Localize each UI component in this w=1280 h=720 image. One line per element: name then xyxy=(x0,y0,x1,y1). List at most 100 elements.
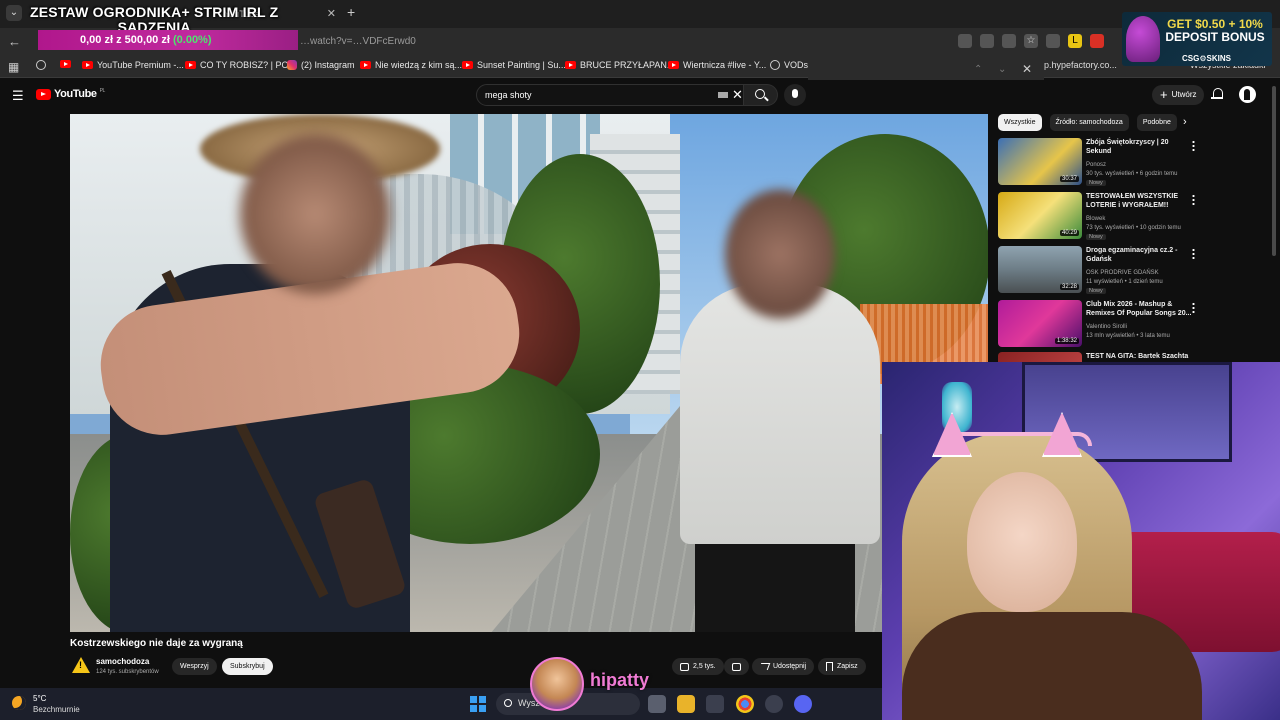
save-button[interactable]: Zapisz xyxy=(818,658,866,675)
weather-description: Bezchmurnie xyxy=(33,705,80,714)
more-options-icon[interactable] xyxy=(1192,248,1195,259)
like-button[interactable]: 2,5 tys. xyxy=(672,658,724,675)
scrollbar[interactable] xyxy=(1272,86,1276,256)
more-options-icon[interactable] xyxy=(1192,194,1195,205)
new-badge: Nowy xyxy=(1086,234,1106,240)
menu-icon[interactable]: ☰ xyxy=(12,88,24,104)
search-box: ✕ xyxy=(476,84,744,106)
bookmark-item[interactable]: BRUCE PRZYŁAPAN... xyxy=(565,60,674,70)
channel-name[interactable]: samochodoza xyxy=(96,657,149,666)
zoom-icon[interactable] xyxy=(1002,34,1016,48)
recommendation-title[interactable]: Zbója Świętokrzyscy | 20 Sekund xyxy=(1086,138,1192,156)
chrome-icon[interactable] xyxy=(736,695,754,713)
recommendation-item[interactable]: 1:38:32 Club Mix 2026 - Mashup & Remixes… xyxy=(998,300,1268,350)
subscribe-button[interactable]: Subskrybuj xyxy=(222,658,273,675)
app-icon[interactable] xyxy=(765,695,783,713)
clear-search-icon[interactable]: ✕ xyxy=(732,87,743,103)
extension-yellow-icon[interactable]: L xyxy=(1068,34,1082,48)
recommendation-title[interactable]: Club Mix 2026 - Mashup & Remixes Of Popu… xyxy=(1086,300,1192,318)
notifications-bell-icon[interactable] xyxy=(1211,88,1223,100)
apps-grid-icon[interactable]: ▦ xyxy=(8,60,19,74)
search-button[interactable] xyxy=(744,84,778,106)
casino-ad-banner[interactable]: GET $0.50 + 10% DEPOSIT BONUS CSG⚙SKINS xyxy=(1122,12,1272,66)
dislike-button[interactable] xyxy=(724,658,749,675)
store-icon[interactable] xyxy=(706,695,724,713)
video-thumbnail[interactable]: 1:38:32 xyxy=(998,300,1082,347)
recommendation-channel[interactable]: OSK PRODRIVE GDAŃSK xyxy=(1086,270,1159,276)
recommendation-meta: 13 mln wyświetleń • 3 lata temu xyxy=(1086,333,1170,339)
like-count: 2,5 tys. xyxy=(693,663,716,670)
recommendation-item[interactable]: 32:28 Droga egzaminacyjna cz.2 - Gdańsk … xyxy=(998,246,1268,296)
bookmark-item[interactable]: Wiertnicza #live - Y... xyxy=(668,60,766,70)
video-duration: 32:28 xyxy=(1059,284,1079,290)
bookmark-item[interactable]: VODs xyxy=(770,60,808,70)
recommendation-channel[interactable]: Ponosz xyxy=(1086,162,1106,168)
star-icon[interactable]: ☆ xyxy=(1024,34,1038,48)
bookmark-item[interactable]: Nie wiedzą z kim są... xyxy=(360,60,462,70)
find-close-icon[interactable]: ✕ xyxy=(1022,62,1032,76)
support-button[interactable]: Wesprzyj xyxy=(172,658,217,675)
channel-warning-avatar-icon[interactable] xyxy=(72,656,90,674)
bookmark-item[interactable]: YouTube Premium -... xyxy=(82,60,184,70)
more-options-icon[interactable] xyxy=(1192,302,1195,313)
share-button[interactable]: Udostępnij xyxy=(752,658,815,675)
video-thumbnail[interactable] xyxy=(998,352,1082,362)
ad-headline: GET $0.50 + 10% DEPOSIT BONUS xyxy=(1165,17,1265,44)
discord-icon[interactable] xyxy=(794,695,812,713)
reader-icon[interactable] xyxy=(980,34,994,48)
account-avatar[interactable] xyxy=(1239,86,1256,103)
recommendation-title[interactable]: TEST NA GITA: Bartek Szachta xyxy=(1086,352,1192,361)
bookmark-settings-icon[interactable] xyxy=(36,60,46,70)
tab-close-icon[interactable]: ✕ xyxy=(327,2,336,26)
recommendation-channel[interactable]: Valentino Sirolli xyxy=(1086,324,1127,330)
voice-search-icon[interactable] xyxy=(784,84,806,106)
recommendation-title[interactable]: TESTOWAŁEM WSZYSTKIE LOTERIE i WYGRAŁEM!… xyxy=(1086,192,1192,210)
keyboard-icon[interactable] xyxy=(718,92,728,98)
bookmark-youtube-icon[interactable] xyxy=(60,60,71,68)
more-options-icon[interactable] xyxy=(1192,140,1195,151)
chip-similar[interactable]: Podobne xyxy=(1136,114,1177,131)
recommendation-meta: 30 tys. wyświetleń • 6 godzin temu xyxy=(1086,171,1178,177)
bookmark-hypefactory[interactable]: p.hypefactory.co... xyxy=(1044,60,1117,70)
bookmark-item[interactable]: (2) Instagram xyxy=(287,60,355,70)
cast-icon[interactable] xyxy=(958,34,972,48)
recommendation-item[interactable]: TEST NA GITA: Bartek Szachta xyxy=(998,352,1268,362)
video-thumbnail[interactable]: 40:29 xyxy=(998,192,1082,239)
video-player[interactable] xyxy=(70,114,988,632)
moon-weather-icon[interactable] xyxy=(12,696,26,710)
chevron-right-icon[interactable]: › xyxy=(1183,116,1187,128)
recommendation-title[interactable]: Droga egzaminacyjna cz.2 - Gdańsk xyxy=(1086,246,1192,264)
find-next-icon[interactable]: ⌄ xyxy=(998,64,1006,75)
youtube-logo[interactable]: YouTube PL xyxy=(36,88,105,100)
chip-all[interactable]: Wszystkie xyxy=(998,114,1042,131)
tab-search-menu-icon[interactable]: ⌄ xyxy=(6,5,22,21)
windows-start-icon[interactable] xyxy=(470,696,486,712)
recommendation-item[interactable]: 30:37 Zbója Świętokrzyscy | 20 Sekund Po… xyxy=(998,138,1268,188)
task-view-icon[interactable] xyxy=(648,695,666,713)
address-bar[interactable]: …watch?v=…VDFcErwd0 xyxy=(300,32,940,52)
recommendation-channel[interactable]: Blowek xyxy=(1086,216,1105,222)
find-prev-icon[interactable]: ⌃ xyxy=(974,64,982,75)
video-thumbnail[interactable]: 30:37 xyxy=(998,138,1082,185)
weather-temperature: 5°C xyxy=(33,694,47,703)
new-tab-icon[interactable]: + xyxy=(347,4,355,20)
video-thumbnail[interactable]: 32:28 xyxy=(998,246,1082,293)
chip-source[interactable]: Źródło: samochodoza xyxy=(1049,114,1129,131)
recommendation-item[interactable]: 40:29 TESTOWAŁEM WSZYSTKIE LOTERIE i WYG… xyxy=(998,192,1268,242)
webcam-overlay xyxy=(882,362,1280,720)
bookmark-icon xyxy=(826,662,833,671)
extension-icon[interactable] xyxy=(1046,34,1060,48)
create-button[interactable]: + Utwórz xyxy=(1152,85,1205,105)
filter-chips: Wszystkie Źródło: samochodoza Podobne xyxy=(998,114,1177,131)
youtube-icon xyxy=(462,61,473,69)
video-duration: 40:29 xyxy=(1059,230,1079,236)
browser-toolbar: ☆ L xyxy=(958,34,1104,48)
bookmark-item[interactable]: Sunset Painting | Su... xyxy=(462,60,566,70)
file-explorer-icon[interactable] xyxy=(677,695,695,713)
video-title: Kostrzewskiego nie daje za wygraną xyxy=(70,638,243,649)
search-input[interactable] xyxy=(485,85,705,105)
back-arrow-icon[interactable]: ← xyxy=(8,34,21,49)
stream-title-line1: ZESTAW OGRODNIKA+ STRIM IRL Z xyxy=(30,4,279,20)
extension-red-icon[interactable] xyxy=(1090,34,1104,48)
bookmark-item[interactable]: CO TY ROBISZ? | PO... xyxy=(185,60,296,70)
